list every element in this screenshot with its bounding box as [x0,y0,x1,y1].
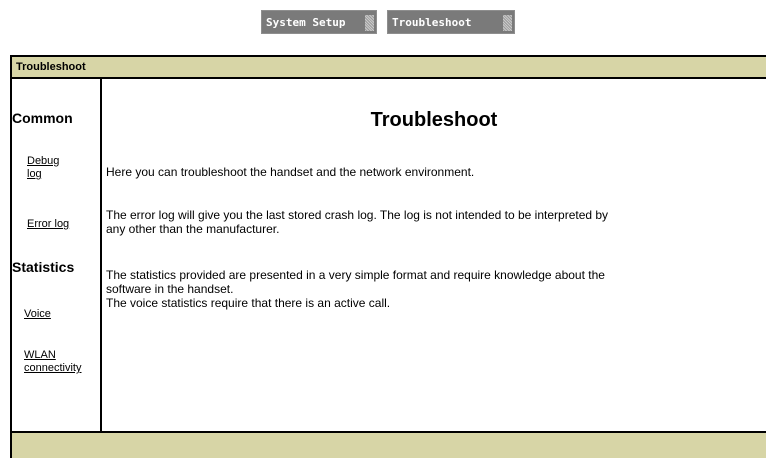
debug-log-line1: Debug [27,155,60,167]
statistics-text-line2: software in the handset. [106,282,234,296]
sidebar-link-error-log[interactable]: Error log [27,218,69,231]
sidebar-link-debug-log[interactable]: Debug log [27,155,59,181]
sidebar: Common Debug log Error log Statistics Vo… [12,79,100,431]
system-setup-button[interactable]: System Setup [261,10,377,34]
sidebar-link-wlan-connectivity[interactable]: WLAN connectivity [24,349,81,375]
statistics-description: The statistics provided are presented in… [106,268,766,310]
page-footer [12,433,766,458]
wlan-line2: connectivity [24,362,82,374]
page-frame: Troubleshoot Common Debug log Error log … [10,55,766,458]
debug-log-line2: log [27,168,42,180]
error-log-text-line1: The error log will give you the last sto… [106,208,609,222]
intro-text: Here you can troubleshoot the handset an… [106,165,475,179]
error-log-text-line2: any other than the manufacturer. [106,222,280,236]
voice-statistics-text: The voice statistics require that there … [106,296,391,310]
troubleshoot-label: Troubleshoot [392,15,472,29]
page-header: Troubleshoot [12,57,766,77]
header-title: Troubleshoot [16,61,86,73]
sidebar-heading-statistics: Statistics [12,259,75,275]
page-title: Troubleshoot [370,109,498,131]
error-log-description: The error log will give you the last sto… [106,208,766,236]
wlan-line1: WLAN [24,349,56,361]
sidebar-heading-common: Common [12,110,73,126]
system-setup-label: System Setup [266,15,346,29]
button-grip-icon [365,15,374,31]
top-navigation: System Setup Troubleshoot [261,10,515,34]
troubleshoot-button[interactable]: Troubleshoot [387,10,515,34]
button-grip-icon [503,15,512,31]
main-content: Troubleshoot Here you can troubleshoot t… [102,79,766,431]
statistics-text-line1: The statistics provided are presented in… [106,268,605,282]
sidebar-link-voice[interactable]: Voice [24,308,51,321]
